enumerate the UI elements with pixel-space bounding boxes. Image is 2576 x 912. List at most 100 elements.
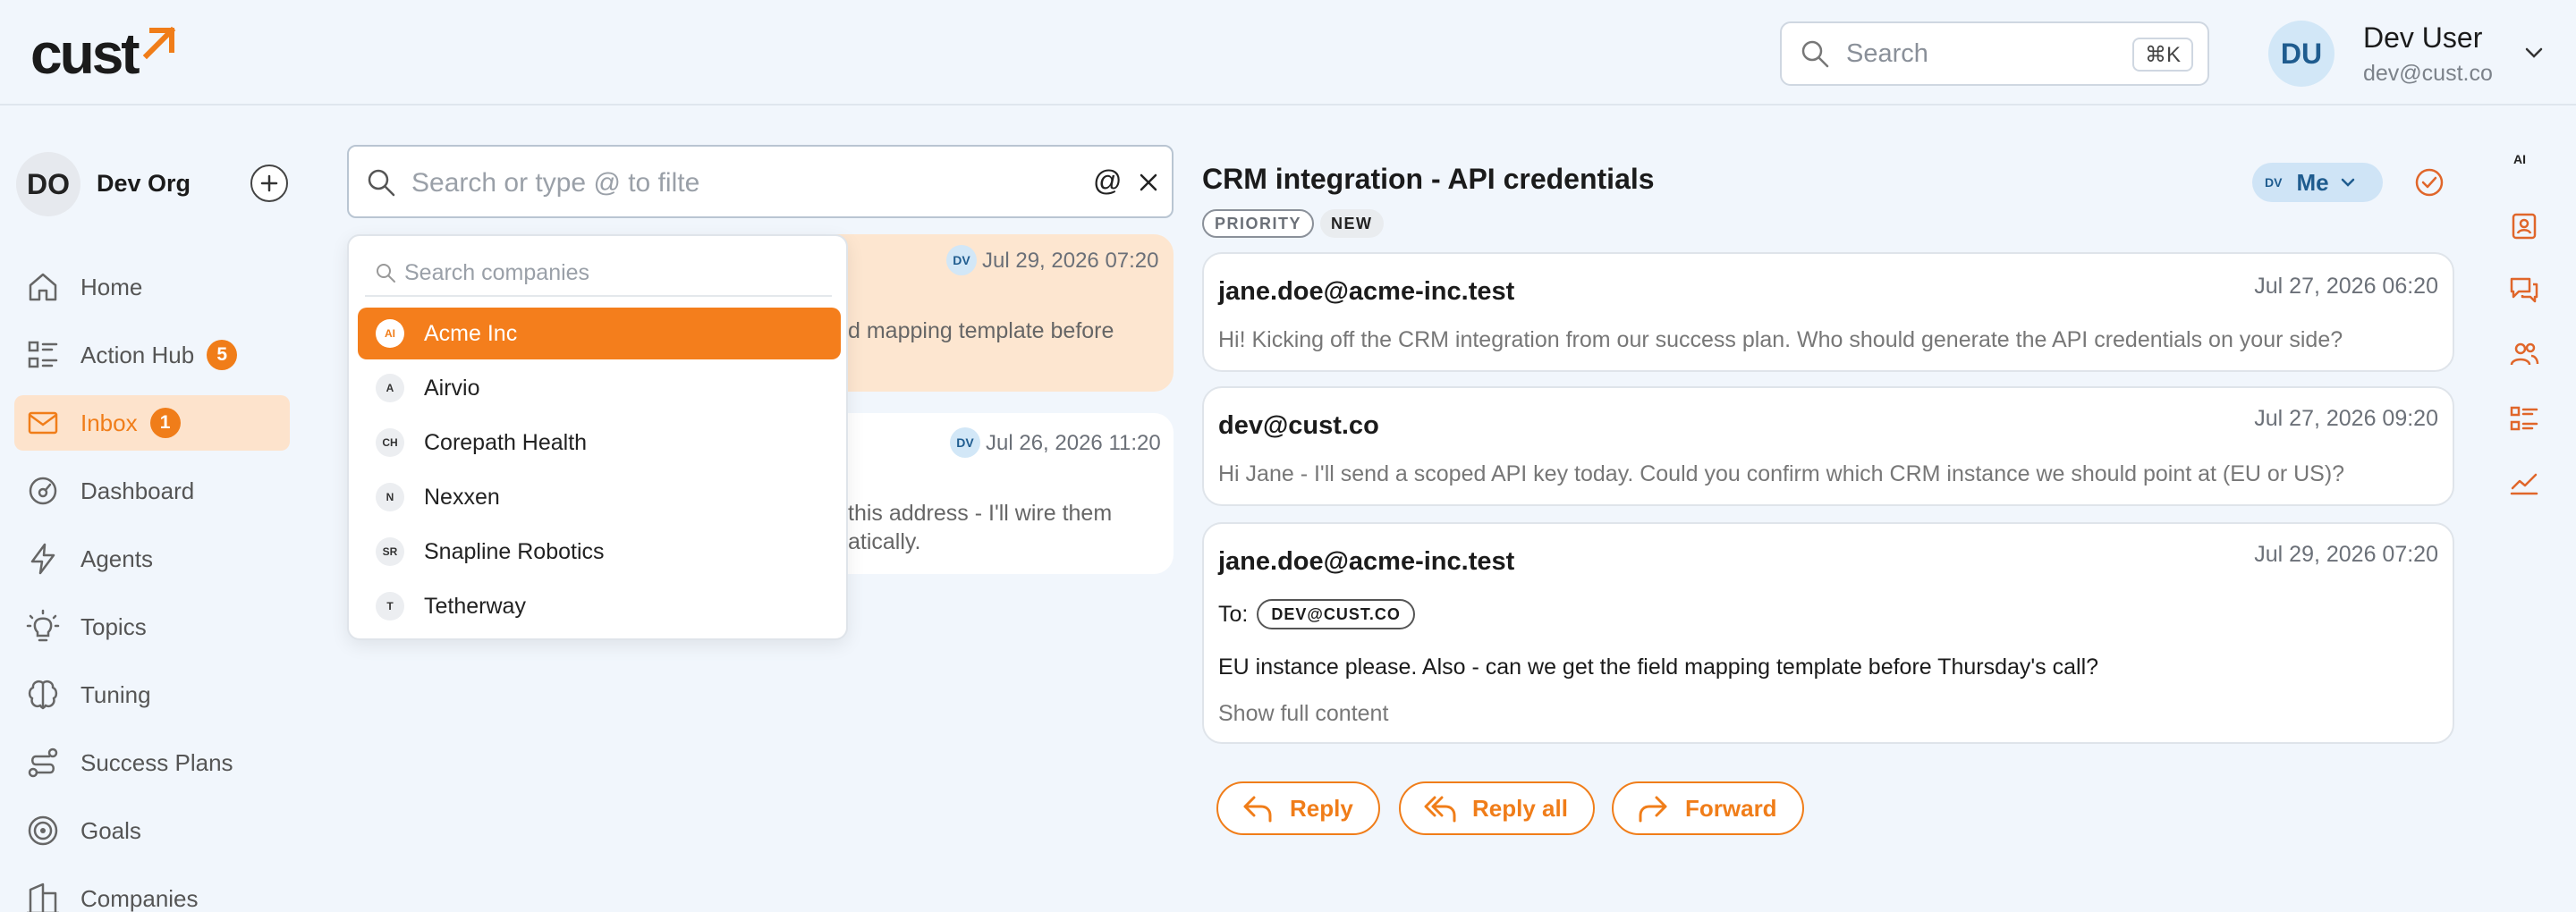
card-snippet: d mapping template before — [848, 318, 1114, 343]
sidebar-item-action-hub[interactable]: Action Hub 5 — [14, 327, 290, 383]
company-initials: CH — [376, 428, 404, 457]
sidebar-item-inbox[interactable]: Inbox 1 — [14, 395, 290, 451]
org-avatar[interactable]: DO — [16, 152, 80, 216]
show-full-content-link[interactable]: Show full content — [1218, 701, 1388, 727]
company-option-label: Snapline Robotics — [424, 538, 605, 564]
assignee-avatar: DV — [950, 427, 980, 458]
company-option-airvio[interactable]: A Airvio — [358, 362, 841, 414]
sidebar-item-goals[interactable]: Goals — [14, 803, 290, 858]
ai-assistant-button[interactable]: AI — [2513, 152, 2526, 166]
resolve-check-icon[interactable] — [2413, 166, 2445, 198]
sidebar-item-label: Action Hub — [80, 341, 195, 368]
message-date: Jul 29, 2026 07:20 — [2254, 542, 2438, 567]
sidebar-item-label: Inbox — [80, 409, 138, 436]
sidebar-item-label: Topics — [80, 612, 147, 640]
conversation-title: CRM integration - API credentials — [1202, 163, 1655, 195]
global-search-placeholder: Search — [1846, 38, 1928, 68]
sidebar-item-agents[interactable]: Agents — [14, 531, 290, 587]
search-shortcut-badge: ⌘K — [2131, 38, 2193, 72]
building-icon — [27, 882, 59, 912]
reply-all-button-label: Reply all — [1472, 794, 1568, 822]
forward-button[interactable]: Forward — [1612, 781, 1804, 835]
chat-bubbles-icon[interactable] — [2508, 274, 2540, 306]
recipient-chip[interactable]: DEV@CUST.CO — [1257, 599, 1415, 629]
target-icon — [28, 815, 58, 846]
sidebar-item-label: Agents — [80, 545, 153, 572]
user-name: Dev User — [2363, 21, 2483, 54]
company-search-input[interactable]: Search companies — [365, 250, 832, 297]
sidebar-item-label: Companies — [80, 884, 199, 912]
message-sender: jane.doe@acme-inc.test — [1218, 547, 1515, 576]
mention-filter-button[interactable]: @ — [1093, 165, 1122, 198]
logo-arrow-icon — [142, 26, 175, 60]
assignee-initials: DV — [2265, 175, 2283, 190]
recipient-row: To: DEV@CUST.CO — [1218, 599, 1415, 629]
company-option-acme-inc[interactable]: AI Acme Inc — [358, 308, 841, 359]
add-org-button[interactable] — [250, 165, 288, 202]
message-date: Jul 27, 2026 06:20 — [2254, 274, 2438, 299]
company-option-tetherway[interactable]: T Tetherway — [358, 580, 841, 632]
message-body: Hi Jane - I'll send a scoped API key tod… — [1218, 461, 2345, 486]
chevron-down-icon[interactable] — [2521, 39, 2547, 66]
company-option-label: Nexxen — [424, 484, 500, 510]
company-option-nexxen[interactable]: N Nexxen — [358, 471, 841, 523]
company-option-corepath-health[interactable]: CH Corepath Health — [358, 417, 841, 469]
user-avatar[interactable]: DU — [2268, 21, 2334, 87]
reply-all-icon — [1424, 796, 1456, 823]
card-snippet: this address - I'll wire them — [848, 501, 1113, 526]
reply-all-button[interactable]: Reply all — [1399, 781, 1595, 835]
logo-text: cust — [30, 21, 140, 86]
assignee-selector[interactable]: DV Me — [2252, 163, 2383, 202]
sidebar-item-home[interactable]: Home — [14, 259, 290, 315]
search-icon — [1801, 40, 1829, 68]
company-search-placeholder: Search companies — [404, 259, 590, 285]
sidebar-item-dashboard[interactable]: Dashboard — [14, 463, 290, 519]
trend-chart-icon[interactable] — [2508, 467, 2540, 499]
status-badge: NEW — [1320, 209, 1384, 238]
company-option-label: Corepath Health — [424, 429, 588, 455]
to-label: To: — [1218, 601, 1249, 627]
checklist-icon[interactable] — [2508, 402, 2540, 435]
card-date: Jul 26, 2026 11:20 — [986, 431, 1161, 455]
assignee-avatar: DV — [946, 245, 977, 275]
message-card[interactable]: jane.doe@acme-inc.test Jul 27, 2026 06:2… — [1202, 252, 2454, 372]
sidebar-item-topics[interactable]: Topics — [14, 599, 290, 654]
lightbulb-icon — [26, 609, 60, 642]
users-icon[interactable] — [2508, 338, 2540, 370]
company-initials: N — [376, 483, 404, 511]
inbox-filter-placeholder: Search or type @ to filte — [411, 168, 700, 198]
action-hub-count-badge: 5 — [207, 340, 238, 370]
mail-icon — [28, 411, 58, 435]
global-search-input[interactable]: Search ⌘K — [1780, 21, 2209, 86]
company-initials: A — [376, 374, 404, 402]
inbox-filter-input[interactable]: Search or type @ to filte @ — [347, 145, 1174, 218]
contact-card-icon[interactable] — [2508, 209, 2540, 241]
app-logo[interactable]: cust — [30, 25, 179, 82]
card-date: Jul 29, 2026 07:20 — [982, 249, 1159, 273]
list-icon — [28, 341, 58, 368]
company-option-label: Acme Inc — [424, 320, 518, 346]
company-option-label: Tetherway — [424, 593, 526, 619]
message-body: Hi! Kicking off the CRM integration from… — [1218, 327, 2343, 352]
message-body: EU instance please. Also - can we get th… — [1218, 654, 2099, 680]
sidebar-item-tuning[interactable]: Tuning — [14, 667, 290, 722]
company-initials: AI — [376, 319, 404, 348]
search-icon — [377, 264, 395, 283]
message-card-expanded[interactable]: jane.doe@acme-inc.test Jul 29, 2026 07:2… — [1202, 522, 2454, 744]
reply-button[interactable]: Reply — [1216, 781, 1380, 835]
close-icon[interactable] — [1134, 168, 1163, 197]
brain-icon — [28, 680, 58, 710]
route-icon — [28, 747, 58, 778]
chevron-down-icon — [2341, 178, 2354, 187]
company-filter-dropdown: Search companies AI Acme Inc A Airvio CH… — [347, 234, 848, 640]
sidebar-item-companies[interactable]: Companies — [14, 871, 290, 912]
forward-button-label: Forward — [1685, 794, 1777, 822]
message-sender: dev@cust.co — [1218, 411, 1379, 440]
sidebar-item-success-plans[interactable]: Success Plans — [14, 735, 290, 790]
message-card[interactable]: dev@cust.co Jul 27, 2026 09:20 Hi Jane -… — [1202, 386, 2454, 506]
company-option-snapline-robotics[interactable]: SR Snapline Robotics — [358, 526, 841, 578]
company-option-label: Airvio — [424, 375, 480, 401]
org-name[interactable]: Dev Org — [97, 170, 191, 198]
sidebar-item-label: Success Plans — [80, 748, 233, 776]
company-initials: T — [376, 592, 404, 621]
